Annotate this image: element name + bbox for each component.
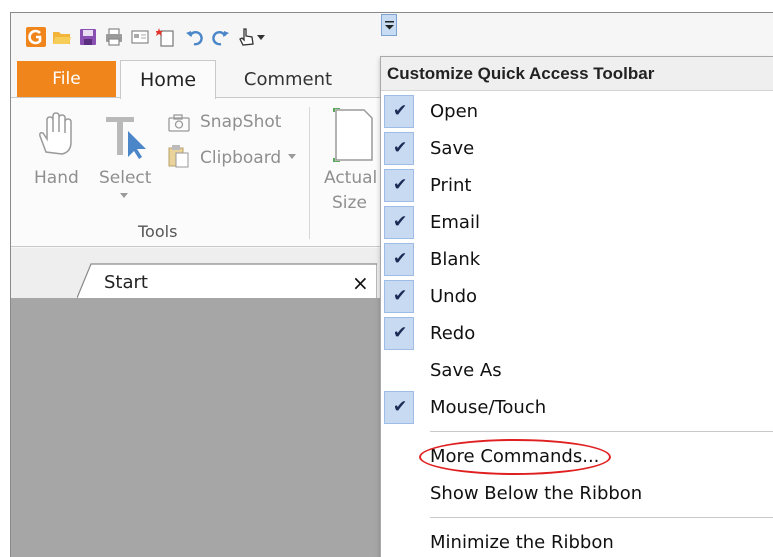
save-icon[interactable] — [78, 27, 98, 47]
check-icon: ✔ — [384, 317, 414, 350]
redo-icon[interactable] — [210, 27, 230, 47]
dropdown-arrow-icon — [385, 21, 394, 30]
select-label[interactable]: Select — [99, 168, 151, 188]
ribbon-separator — [309, 107, 310, 239]
app-logo-icon[interactable] — [26, 27, 46, 47]
snapshot-button[interactable]: SnapShot — [200, 112, 281, 132]
menu-item-blank[interactable]: ✔ Blank — [381, 241, 773, 278]
hand-touch-icon[interactable] — [237, 27, 257, 47]
check-icon: ✔ — [384, 206, 414, 239]
email-icon[interactable] — [130, 27, 150, 47]
actual-label[interactable]: Actual — [324, 168, 377, 188]
highlight-annotation — [419, 439, 611, 475]
small-dropdown-icon[interactable] — [257, 35, 265, 41]
clipboard-icon — [168, 145, 189, 168]
print-icon[interactable] — [104, 27, 124, 47]
menu-item-minimize-ribbon[interactable]: Minimize the Ribbon — [381, 524, 773, 557]
hand-tool-icon[interactable] — [36, 112, 72, 156]
check-icon: ✔ — [384, 132, 414, 165]
check-icon: ✔ — [384, 169, 414, 202]
customize-qat-dropdown[interactable] — [381, 14, 397, 36]
menu-item-redo[interactable]: ✔ Redo — [381, 315, 773, 352]
close-tab-icon[interactable]: × — [352, 271, 369, 295]
check-icon: ✔ — [384, 280, 414, 313]
clipboard-dropdown-icon[interactable] — [288, 154, 296, 160]
menu-item-show-below-ribbon[interactable]: Show Below the Ribbon — [381, 475, 773, 512]
menu-separator — [430, 517, 773, 518]
menu-separator — [430, 431, 773, 432]
clipboard-button[interactable]: Clipboard — [200, 148, 281, 168]
open-folder-icon[interactable] — [52, 27, 72, 47]
menu-item-mouse-touch[interactable]: ✔ Mouse/Touch — [381, 389, 773, 426]
camera-icon — [168, 114, 190, 132]
document-tab-title[interactable]: Start — [104, 272, 148, 293]
select-tool-icon[interactable] — [104, 113, 152, 159]
menu-item-print[interactable]: ✔ Print — [381, 167, 773, 204]
menu-item-save[interactable]: ✔ Save — [381, 130, 773, 167]
select-dropdown-icon[interactable] — [120, 193, 128, 199]
size-label[interactable]: Size — [332, 193, 367, 213]
check-icon: ✔ — [384, 243, 414, 276]
tab-file[interactable]: File — [17, 61, 116, 97]
menu-item-undo[interactable]: ✔ Undo — [381, 278, 773, 315]
hand-label[interactable]: Hand — [34, 168, 79, 188]
menu-item-save-as[interactable]: Save As — [381, 352, 773, 389]
check-icon: ✔ — [384, 391, 414, 424]
tab-comment[interactable]: Comment — [226, 60, 350, 99]
tab-home[interactable]: Home — [120, 60, 216, 99]
ribbon-group-tools: Tools — [138, 222, 178, 241]
menu-title: Customize Quick Access Toolbar — [381, 57, 773, 91]
undo-icon[interactable] — [185, 27, 205, 47]
blank-page-icon[interactable] — [156, 27, 176, 47]
check-icon: ✔ — [384, 95, 414, 128]
menu-item-open[interactable]: ✔ Open — [381, 93, 773, 130]
menu-item-email[interactable]: ✔ Email — [381, 204, 773, 241]
actual-size-icon[interactable] — [332, 108, 374, 162]
document-viewport — [11, 298, 381, 557]
